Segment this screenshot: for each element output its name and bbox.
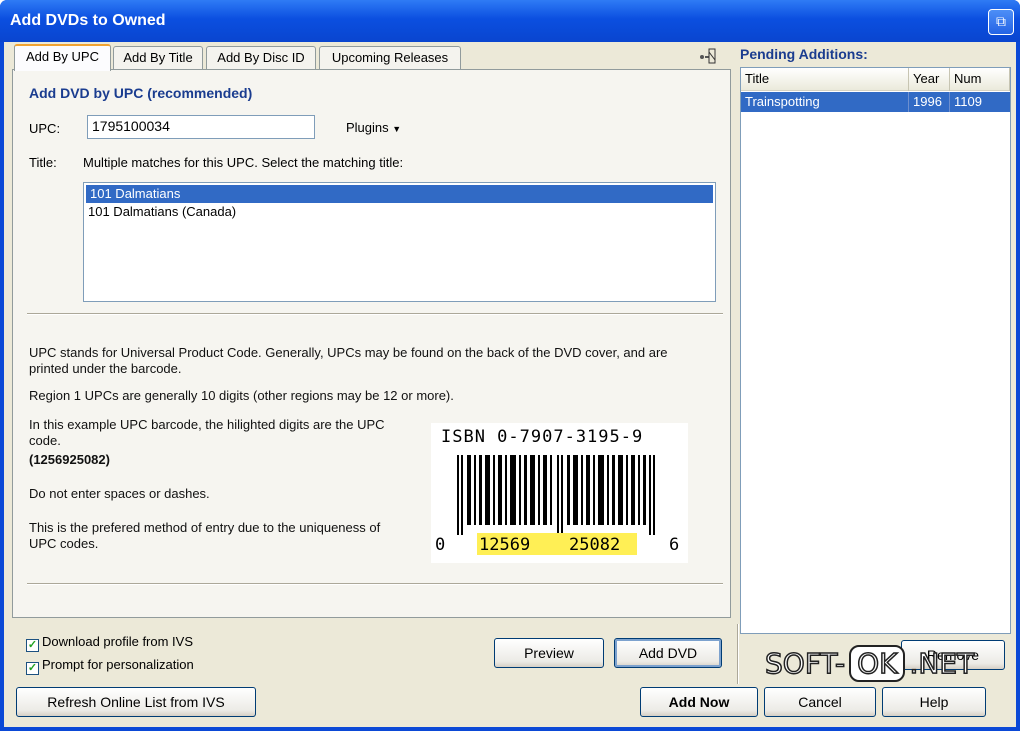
window-title: Add DVDs to Owned xyxy=(10,12,166,29)
column-header-num[interactable]: Num xyxy=(950,68,1010,91)
barcode-bars xyxy=(457,455,655,535)
upc-input[interactable]: 1795100034 xyxy=(87,115,315,139)
info-region: Region 1 UPCs are generally 10 digits (o… xyxy=(29,388,454,403)
tab-add-by-disc-id[interactable]: Add By Disc ID xyxy=(206,46,316,70)
barcode-example-image: ISBN 0-7907-3195-9 0 12569 25082 6 xyxy=(431,423,688,563)
client-area: Add By UPC Add By Title Add By Disc ID U… xyxy=(4,42,1016,727)
tab-add-by-title[interactable]: Add By Title xyxy=(113,46,203,70)
info-example: In this example UPC barcode, the hilight… xyxy=(29,417,385,448)
divider xyxy=(737,624,739,684)
column-header-title[interactable]: Title xyxy=(741,68,909,91)
cell-title: Trainspotting xyxy=(741,92,909,112)
checkmark-icon: ✓ xyxy=(26,662,39,675)
prompt-personalization-label: Prompt for personalization xyxy=(42,657,194,672)
column-header-year[interactable]: Year xyxy=(909,68,950,91)
info-no-spaces: Do not enter spaces or dashes. xyxy=(29,486,210,501)
list-header: Title Year Num xyxy=(741,68,1010,91)
cell-year: 1996 xyxy=(909,92,950,112)
title-hint: Multiple matches for this UPC. Select th… xyxy=(83,155,404,170)
barcode-isbn-text: ISBN 0-7907-3195-9 xyxy=(441,427,644,447)
watermark: SOFT- OK .NET xyxy=(764,645,975,682)
upc-tab-panel: Add DVD by UPC (recommended) UPC: 179510… xyxy=(12,69,731,618)
refresh-online-list-button[interactable]: Refresh Online List from IVS xyxy=(16,687,256,717)
list-item[interactable]: 101 Dalmatians (Canada) xyxy=(84,203,715,221)
list-item[interactable]: 101 Dalmatians xyxy=(85,184,714,204)
table-row[interactable]: Trainspotting 1996 1109 xyxy=(741,92,1010,112)
title-match-list[interactable]: 101 Dalmatians 101 Dalmatians (Canada) xyxy=(83,182,716,302)
checkmark-icon: ✓ xyxy=(26,639,39,652)
watermark-text-right: .NET xyxy=(909,646,975,681)
watermark-text-left: SOFT- xyxy=(764,646,846,681)
pin-icon[interactable] xyxy=(698,46,720,66)
info-example-code: (1256925082) xyxy=(29,452,110,467)
window-restore-button[interactable]: ⧉ xyxy=(988,9,1014,35)
add-dvd-button[interactable]: Add DVD xyxy=(614,638,722,668)
divider xyxy=(27,583,723,585)
download-profile-label: Download profile from IVS xyxy=(42,634,194,649)
dialog-window: Add DVDs to Owned ⧉ Add By UPC Add By Ti… xyxy=(0,0,1020,731)
help-button[interactable]: Help xyxy=(882,687,986,717)
barcode-right-digits: 25082 xyxy=(569,535,621,555)
watermark-ok: OK xyxy=(849,645,906,682)
download-profile-checkbox[interactable]: ✓ Download profile from IVS xyxy=(26,634,193,652)
barcode-lead-digit: 0 xyxy=(435,535,446,555)
upc-label: UPC: xyxy=(29,121,61,136)
upc-heading: Add DVD by UPC (recommended) xyxy=(29,85,253,101)
divider xyxy=(27,313,723,315)
barcode-trail-digit: 6 xyxy=(669,535,680,555)
plugins-menu[interactable]: Plugins ▼ xyxy=(346,120,401,135)
pending-additions-list[interactable]: Title Year Num Trainspotting 1996 1109 xyxy=(740,67,1011,634)
prompt-personalization-checkbox[interactable]: ✓ Prompt for personalization xyxy=(26,657,194,675)
chevron-down-icon: ▼ xyxy=(392,124,402,134)
title-bar: Add DVDs to Owned ⧉ xyxy=(0,0,1020,42)
cancel-button[interactable]: Cancel xyxy=(764,687,876,717)
cell-num: 1109 xyxy=(954,94,982,109)
tab-upcoming-releases[interactable]: Upcoming Releases xyxy=(319,46,461,70)
preview-button[interactable]: Preview xyxy=(494,638,604,668)
plugins-label: Plugins xyxy=(346,120,389,135)
info-preferred: This is the prefered method of entry due… xyxy=(29,520,381,551)
tab-add-by-upc[interactable]: Add By UPC xyxy=(14,44,111,71)
barcode-left-digits: 12569 xyxy=(479,535,531,555)
restore-icon: ⧉ xyxy=(996,14,1006,30)
pending-additions-heading: Pending Additions: xyxy=(740,46,868,62)
add-now-button[interactable]: Add Now xyxy=(640,687,758,717)
title-label: Title: xyxy=(29,155,57,170)
info-upc-definition: UPC stands for Universal Product Code. G… xyxy=(29,345,668,376)
